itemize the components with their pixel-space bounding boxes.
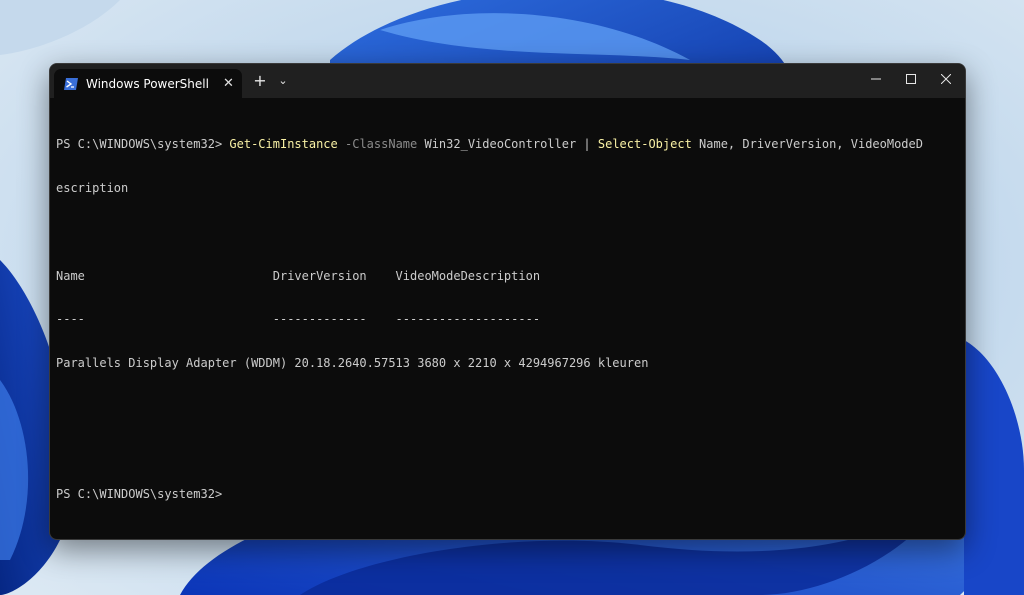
- title-bar[interactable]: Windows PowerShell ✕ + ⌄: [50, 64, 965, 98]
- argument-class: Win32_VideoController: [417, 137, 584, 152]
- select-arguments: Name, DriverVersion, VideoModeD: [691, 137, 923, 152]
- close-icon: [941, 74, 951, 84]
- maximize-button[interactable]: [893, 64, 929, 94]
- tab-windows-powershell[interactable]: Windows PowerShell ✕: [54, 69, 242, 98]
- table-header: Name DriverVersion VideoModeDescription: [56, 268, 541, 283]
- powershell-icon: [63, 76, 79, 92]
- pipe-symbol: |: [583, 137, 598, 152]
- maximize-icon: [906, 74, 916, 84]
- prompt: PS C:\WINDOWS\system32>: [56, 137, 230, 152]
- tab-close-icon[interactable]: ✕: [220, 75, 237, 92]
- prompt-line: PS C:\WINDOWS\system32>: [56, 487, 223, 502]
- powershell-window[interactable]: Windows PowerShell ✕ + ⌄ PS C:\WINDOWS\s…: [49, 63, 966, 540]
- table-header-underline: ---- ------------- --------------------: [56, 312, 541, 327]
- parameter-classname: -ClassName: [337, 137, 418, 152]
- new-tab-button[interactable]: +: [250, 70, 270, 92]
- terminal-output[interactable]: PS C:\WINDOWS\system32> Get-CimInstance …: [56, 108, 956, 528]
- chevron-down-icon[interactable]: ⌄: [274, 70, 292, 92]
- table-row: Parallels Display Adapter (WDDM) 20.18.2…: [56, 356, 649, 371]
- cmdlet-select-object: Select-Object: [597, 137, 692, 152]
- command-line: PS C:\WINDOWS\system32> Get-CimInstance …: [56, 137, 956, 152]
- cmdlet-get-ciminstance: Get-CimInstance: [229, 137, 338, 152]
- tab-title: Windows PowerShell: [86, 77, 209, 91]
- command-line-wrap: escription: [56, 180, 129, 195]
- minimize-icon: [871, 78, 881, 80]
- minimize-button[interactable]: [858, 64, 894, 94]
- close-button[interactable]: [928, 64, 964, 94]
